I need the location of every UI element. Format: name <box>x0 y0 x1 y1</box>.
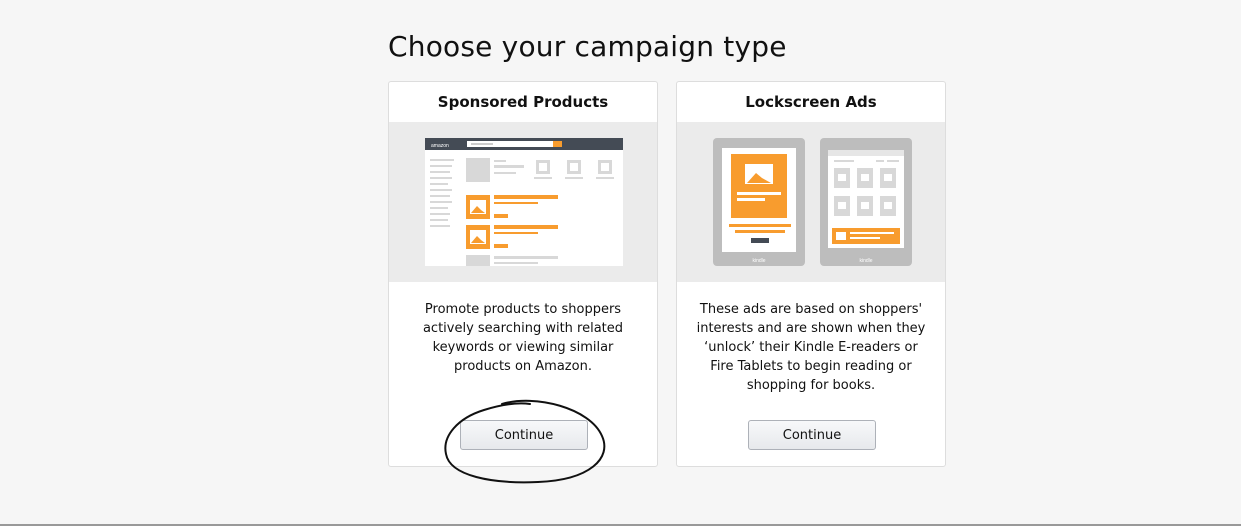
card-description: Promote products to shoppers actively se… <box>422 302 624 374</box>
kindle-label: kindle <box>752 258 765 264</box>
card-title: Sponsored Products <box>437 93 609 111</box>
kindle-devices-mockup: kindle kindle <box>713 138 912 266</box>
image-placeholder-icon <box>836 232 846 240</box>
hand-drawn-circle-annotation <box>444 399 606 484</box>
card-description: These ads are based on shoppers' interes… <box>696 302 926 393</box>
page-title: Choose your campaign type <box>388 30 787 63</box>
continue-button-lockscreen-ads[interactable]: Continue <box>748 420 876 450</box>
lockscreen-ads-card: Lockscreen Ads kindle kindle These ads a… <box>676 81 946 467</box>
kindle-label: kindle <box>859 258 872 264</box>
sponsored-products-illustration: amazon <box>389 122 657 282</box>
lockscreen-ads-illustration: kindle kindle <box>677 122 945 282</box>
card-title: Lockscreen Ads <box>745 93 877 111</box>
amazon-page-mockup: amazon <box>425 138 623 266</box>
search-icon <box>553 141 562 147</box>
amazon-logo-text: amazon <box>431 143 449 149</box>
